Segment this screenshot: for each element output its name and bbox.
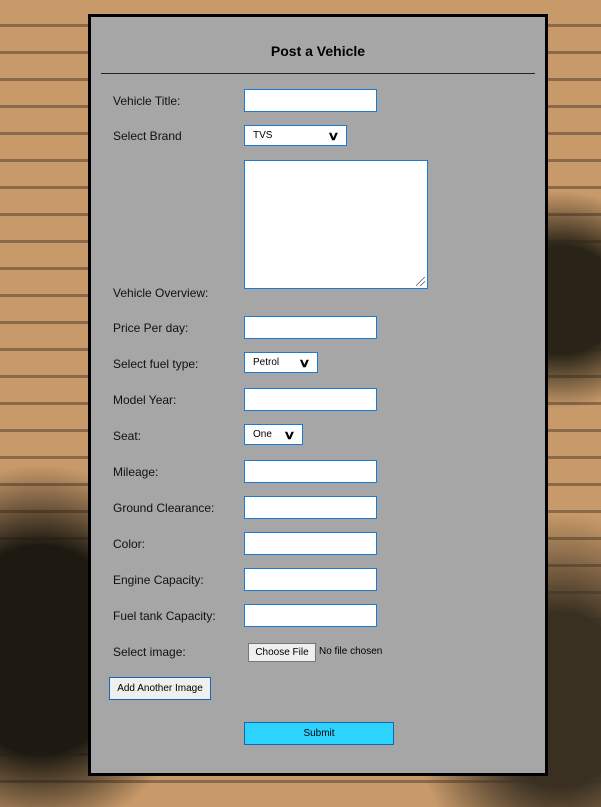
file-status: No file chosen [319, 646, 383, 657]
chevron-down-icon: ∨ [298, 355, 311, 370]
chevron-down-icon: ∨ [283, 427, 296, 442]
choose-file-button[interactable]: Choose File [248, 643, 316, 662]
vehicle-title-input[interactable] [244, 89, 377, 112]
divider [101, 73, 535, 74]
fuel-tank-input[interactable] [244, 604, 377, 627]
brand-select[interactable]: TVS ∨ [244, 125, 347, 146]
vehicle-title-label: Vehicle Title: [113, 94, 181, 108]
brand-label: Select Brand [113, 129, 182, 143]
color-label: Color: [113, 537, 146, 551]
ground-clearance-input[interactable] [244, 496, 377, 519]
resize-grip-icon[interactable] [416, 277, 425, 286]
post-vehicle-form: Post a Vehicle Vehicle Title: Select Bra… [88, 14, 548, 776]
engine-input[interactable] [244, 568, 377, 591]
ground-clearance-label: Ground Clearance: [113, 501, 215, 515]
model-year-input[interactable] [244, 388, 377, 411]
fuel-select[interactable]: Petrol ∨ [244, 352, 318, 373]
mileage-label: Mileage: [113, 465, 159, 479]
price-label: Price Per day: [113, 321, 189, 335]
add-another-image-button[interactable]: Add Another Image [109, 677, 211, 700]
seat-value: One [253, 429, 272, 440]
fuel-label: Select fuel type: [113, 357, 199, 371]
seat-select[interactable]: One ∨ [244, 424, 303, 445]
chevron-down-icon: ∨ [327, 128, 340, 143]
color-input[interactable] [244, 532, 377, 555]
image-label: Select image: [113, 645, 186, 659]
mileage-input[interactable] [244, 460, 377, 483]
fuel-tank-label: Fuel tank Capacity: [113, 609, 216, 623]
price-input[interactable] [244, 316, 377, 339]
model-year-label: Model Year: [113, 393, 177, 407]
fuel-value: Petrol [253, 357, 280, 368]
vehicle-overview-textarea[interactable] [244, 160, 428, 289]
submit-button[interactable]: Submit [244, 722, 394, 745]
engine-label: Engine Capacity: [113, 573, 204, 587]
brand-value: TVS [253, 130, 273, 141]
page-title: Post a Vehicle [270, 43, 366, 59]
overview-label: Vehicle Overview: [113, 286, 209, 300]
seat-label: Seat: [113, 429, 142, 443]
